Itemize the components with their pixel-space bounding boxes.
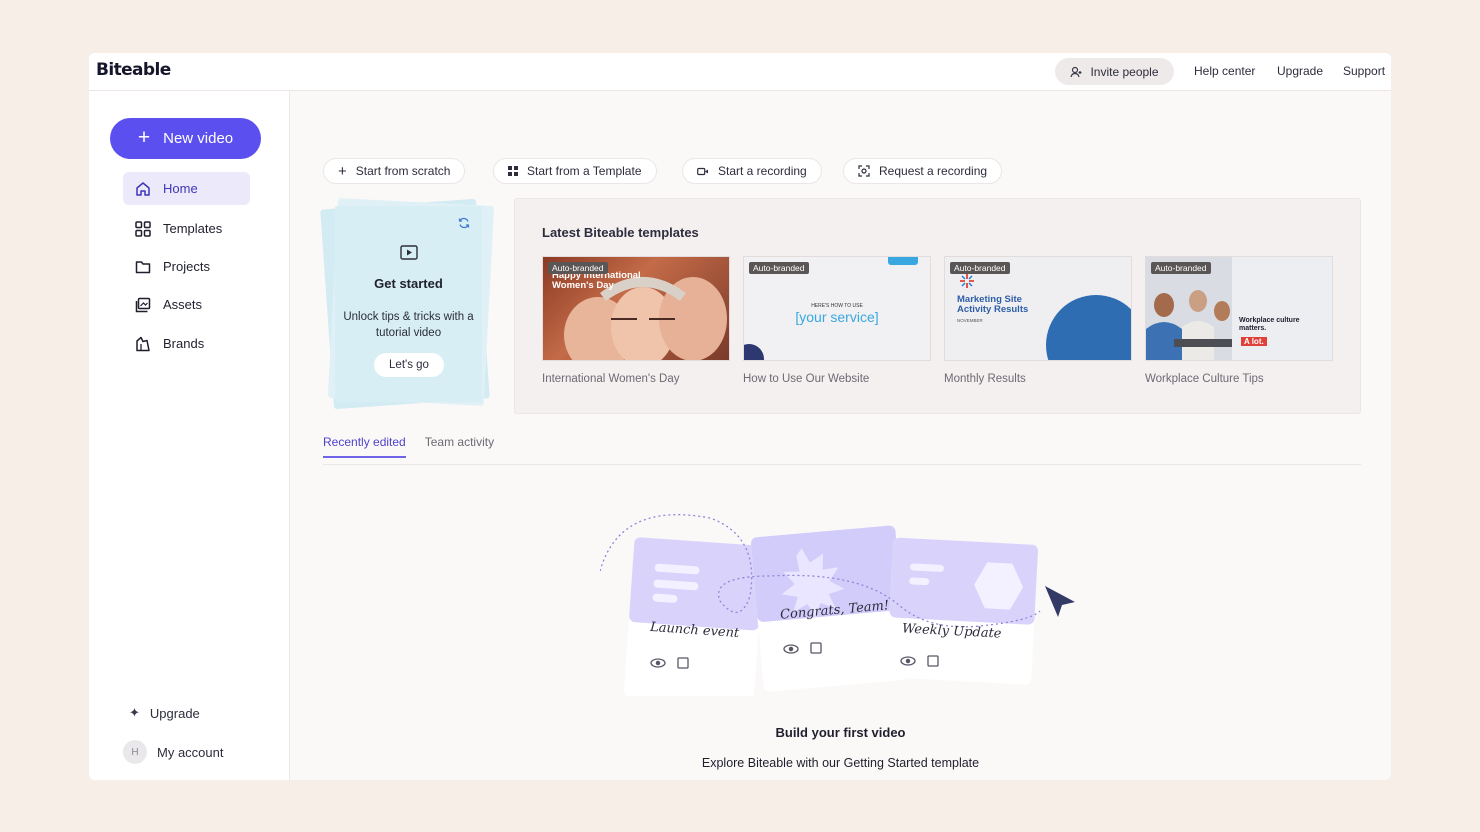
home-icon <box>136 181 150 196</box>
template-name: Monthly Results <box>944 373 1026 385</box>
sidebar-item-assets[interactable]: Assets <box>123 288 250 321</box>
upgrade-link[interactable]: Upgrade <box>1277 64 1323 78</box>
camera-icon <box>697 167 708 175</box>
template-name: International Women's Day <box>542 373 680 385</box>
invite-people-label: Invite people <box>1090 64 1159 79</box>
sidebar-item-label: Home <box>163 181 198 196</box>
invite-people-button[interactable]: Invite people <box>1055 58 1174 85</box>
chart-shape <box>1046 295 1131 360</box>
main-content: + Start from scratch Start from a Templa… <box>290 91 1391 780</box>
brands-icon <box>136 336 150 351</box>
video-play-icon <box>400 245 418 260</box>
sparkle-icon: ✦ <box>129 705 140 720</box>
sparkle-logo-icon <box>960 274 974 288</box>
upgrade-button[interactable]: ✦ Upgrade <box>129 700 200 726</box>
start-recording-label: Start a recording <box>718 164 807 178</box>
template-card-monthly-results[interactable]: Marketing Site Activity Results NOVEMBER… <box>944 256 1132 385</box>
get-started-panel: Get started Unlock tips & tricks with a … <box>335 206 482 402</box>
refresh-icon[interactable] <box>458 217 470 229</box>
new-video-button[interactable]: + New video <box>110 118 261 159</box>
start-from-template-button[interactable]: Start from a Template <box>493 158 657 184</box>
template-thumb-text: Workplace culture matters. <box>1239 317 1300 332</box>
auto-branded-badge: Auto-branded <box>1151 262 1211 274</box>
template-thumb-text: Happy International Women's Day <box>552 270 641 291</box>
template-thumb-text: Marketing Site Activity Results <box>957 294 1029 315</box>
add-person-icon <box>1070 66 1082 77</box>
template-thumbnail: Workplace culture matters. A lot. Auto-b… <box>1145 256 1333 361</box>
sidebar-item-home[interactable]: Home <box>123 172 250 205</box>
grid-icon <box>135 220 151 237</box>
support-link[interactable]: Support <box>1343 64 1385 78</box>
plus-icon: + <box>338 162 347 180</box>
template-thumb-text: [your service] <box>795 309 879 325</box>
sidebar-item-label: Brands <box>163 336 205 351</box>
get-started-description: Unlock tips & tricks with a tutorial vid… <box>343 311 474 339</box>
template-thumbnail: Marketing Site Activity Results NOVEMBER… <box>944 256 1132 361</box>
empty-state-subtitle[interactable]: Explore Biteable with our Getting Starte… <box>290 756 1391 770</box>
template-card-how-to-use[interactable]: HERE'S HOW TO USE [your service] Auto-br… <box>743 256 931 385</box>
tabs-divider <box>323 464 1361 465</box>
template-card-womens-day[interactable]: Happy International Women's Day Auto-bra… <box>542 256 730 385</box>
sidebar-item-label: Assets <box>163 297 203 312</box>
auto-branded-badge: Auto-branded <box>548 262 608 274</box>
template-card-workplace-culture[interactable]: Workplace culture matters. A lot. Auto-b… <box>1145 256 1333 385</box>
template-thumbnail: Happy International Women's Day Auto-bra… <box>542 256 730 361</box>
plus-icon: + <box>137 126 151 149</box>
latest-templates-panel: Latest Biteable templates Happy Internat… <box>514 198 1361 414</box>
auto-branded-badge: Auto-branded <box>950 262 1010 274</box>
new-video-label: New video <box>163 130 234 147</box>
sidebar-item-brands[interactable]: Brands <box>123 327 250 360</box>
sidebar-item-label: Templates <box>163 221 223 236</box>
upgrade-label: Upgrade <box>149 705 200 721</box>
folder-icon <box>135 260 151 273</box>
empty-state-illustration <box>600 514 1075 696</box>
sidebar-item-projects[interactable]: Projects <box>123 250 250 283</box>
grid-icon <box>508 166 518 176</box>
sidebar: + New video Home Templates Projects Asse… <box>89 91 290 780</box>
app-window: Biteable Invite people Help center Upgra… <box>89 53 1391 780</box>
request-recording-icon <box>858 165 870 177</box>
start-from-template-label: Start from a Template <box>527 164 642 178</box>
request-recording-button[interactable]: Request a recording <box>843 158 1003 184</box>
template-thumb-small-text: NOVEMBER <box>957 318 983 323</box>
biteable-logo[interactable]: Biteable <box>96 60 171 80</box>
request-recording-label: Request a recording <box>879 164 988 178</box>
top-bar: Biteable Invite people Help center Upgra… <box>89 53 1391 91</box>
sidebar-item-label: Projects <box>163 259 210 274</box>
start-recording-button[interactable]: Start a recording <box>682 158 822 184</box>
navy-shape <box>744 344 764 360</box>
tab-team-activity[interactable]: Team activity <box>425 435 494 458</box>
template-name: How to Use Our Website <box>743 373 870 385</box>
template-thumb-tag: A lot. <box>1241 337 1267 346</box>
avatar: H <box>123 740 147 764</box>
template-name: Workplace Culture Tips <box>1145 373 1264 385</box>
activity-tabs: Recently edited Team activity <box>323 435 494 458</box>
assets-icon <box>135 297 151 312</box>
empty-state-title: Build your first video <box>775 725 906 740</box>
help-center-link[interactable]: Help center <box>1194 64 1255 78</box>
tab-recently-edited[interactable]: Recently edited <box>323 435 406 458</box>
auto-branded-badge: Auto-branded <box>749 262 809 274</box>
latest-templates-heading: Latest Biteable templates <box>542 225 699 240</box>
get-started-card: Get started Unlock tips & tricks with a … <box>320 198 495 413</box>
lets-go-button[interactable]: Let's go <box>374 353 444 377</box>
start-from-scratch-button[interactable]: + Start from scratch <box>323 158 466 184</box>
my-account-label: My account <box>157 744 224 760</box>
blue-shape <box>888 257 918 265</box>
sidebar-item-templates[interactable]: Templates <box>123 212 250 245</box>
start-from-scratch-label: Start from scratch <box>355 164 451 178</box>
my-account-button[interactable]: H My account <box>123 739 223 765</box>
template-thumbnail: HERE'S HOW TO USE [your service] Auto-br… <box>743 256 931 361</box>
get-started-title: Get started <box>374 276 443 291</box>
